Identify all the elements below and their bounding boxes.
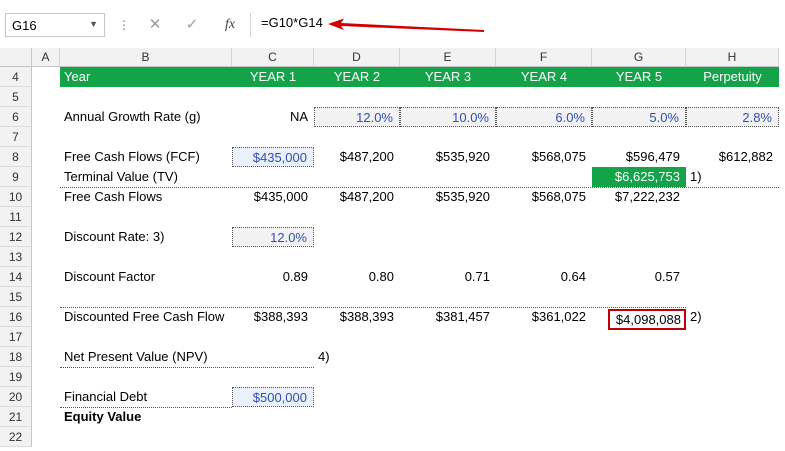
row-header[interactable]: 20 [0, 387, 32, 407]
column-header-b[interactable]: B [60, 48, 232, 67]
formula-input[interactable]: =G10*G14 [261, 15, 323, 30]
cell-b6[interactable]: Annual Growth Rate (g) [60, 107, 232, 127]
cell-d6[interactable]: 12.0% [314, 107, 400, 127]
note-label: 2) [690, 309, 702, 324]
chevron-down-icon[interactable]: ▼ [89, 19, 98, 29]
name-box-value: G16 [12, 18, 37, 33]
note-label: 1) [690, 169, 702, 184]
row-header[interactable]: 4 [0, 67, 32, 87]
cell-h6[interactable]: 2.8% [686, 107, 779, 127]
cell-c8[interactable]: $435,000 [232, 147, 314, 167]
cell-f10[interactable]: $568,075 [496, 187, 592, 207]
cell-h4[interactable]: Perpetuity [686, 67, 779, 87]
cell-b10[interactable]: Free Cash Flows [60, 187, 232, 207]
cell-h8[interactable]: $612,882 [686, 147, 779, 167]
column-header-f[interactable]: F [496, 48, 592, 67]
cell-b12[interactable]: Discount Rate: 3) [60, 227, 232, 247]
cell-e16[interactable]: $381,457 [400, 307, 496, 327]
cell-c4[interactable]: YEAR 1 [232, 67, 314, 87]
row-header[interactable]: 15 [0, 287, 32, 307]
cell-b20[interactable]: Financial Debt [60, 387, 232, 407]
cell-e14[interactable]: 0.71 [400, 267, 496, 287]
dotted-border [60, 367, 314, 368]
worksheet-grid[interactable]: A B C D E F G H 4 5 6 7 8 9 10 11 12 13 … [0, 48, 785, 451]
row-header[interactable]: 5 [0, 87, 32, 107]
red-arrow-annotation [328, 18, 484, 32]
row-header[interactable]: 19 [0, 367, 32, 387]
column-header-e[interactable]: E [400, 48, 496, 67]
cell-b4[interactable]: Year [60, 67, 232, 87]
row-header[interactable]: 22 [0, 427, 32, 447]
row-header[interactable]: 16 [0, 307, 32, 327]
row-header[interactable]: 6 [0, 107, 32, 127]
cell-d14[interactable]: 0.80 [314, 267, 400, 287]
cell-b18[interactable]: Net Present Value (NPV) [60, 347, 232, 367]
row-header[interactable]: 7 [0, 127, 32, 147]
row-header[interactable]: 8 [0, 147, 32, 167]
cell-f14[interactable]: 0.64 [496, 267, 592, 287]
cell-f16[interactable]: $361,022 [496, 307, 592, 327]
cell-f8[interactable]: $568,075 [496, 147, 592, 167]
cell-c12[interactable]: 12.0% [232, 227, 314, 247]
cell-c14[interactable]: 0.89 [232, 267, 314, 287]
cell-f4[interactable]: YEAR 4 [496, 67, 592, 87]
formula-bar: G16 ▼ ⋮ ✕ ✓ fx =G10*G14 [0, 0, 785, 48]
cell-d16[interactable]: $388,393 [314, 307, 400, 327]
cell-g9[interactable]: $6,625,753 [592, 167, 686, 187]
cell-b16[interactable]: Discounted Free Cash Flow [60, 307, 232, 327]
cell-f6[interactable]: 6.0% [496, 107, 592, 127]
enter-icon[interactable]: ✓ [181, 14, 203, 36]
cell-b14[interactable]: Discount Factor [60, 267, 232, 287]
column-header-g[interactable]: G [592, 48, 686, 67]
column-header-c[interactable]: C [232, 48, 314, 67]
cell-b9[interactable]: Terminal Value (TV) [60, 167, 232, 187]
column-header-h[interactable]: H [686, 48, 779, 67]
select-all-corner[interactable] [0, 48, 32, 67]
cell-g6[interactable]: 5.0% [592, 107, 686, 127]
row-header[interactable]: 9 [0, 167, 32, 187]
cell-c10[interactable]: $435,000 [232, 187, 314, 207]
name-box[interactable]: G16 ▼ [5, 13, 105, 37]
cell-c16[interactable]: $388,393 [232, 307, 314, 327]
row-header[interactable]: 21 [0, 407, 32, 427]
cell-b8[interactable]: Free Cash Flows (FCF) [60, 147, 232, 167]
cell-c6[interactable]: NA [232, 107, 314, 127]
cell-c20[interactable]: $500,000 [232, 387, 314, 407]
fx-icon[interactable]: fx [219, 14, 241, 36]
cell-e4[interactable]: YEAR 3 [400, 67, 496, 87]
cell-g8[interactable]: $596,479 [592, 147, 686, 167]
row-header[interactable]: 14 [0, 267, 32, 287]
cancel-icon[interactable]: ✕ [144, 14, 166, 36]
row-header[interactable]: 11 [0, 207, 32, 227]
cell-e10[interactable]: $535,920 [400, 187, 496, 207]
cell-d4[interactable]: YEAR 2 [314, 67, 400, 87]
formula-bar-divider [250, 13, 251, 37]
row-header[interactable]: 13 [0, 247, 32, 267]
column-header-d[interactable]: D [314, 48, 400, 67]
row-header[interactable]: 12 [0, 227, 32, 247]
cell-e8[interactable]: $535,920 [400, 147, 496, 167]
cell-g10[interactable]: $7,222,232 [592, 187, 686, 207]
column-header-a[interactable]: A [32, 48, 60, 67]
more-options-icon: ⋮ [118, 18, 130, 32]
cell-b21[interactable]: Equity Value [60, 407, 232, 427]
cell-e6[interactable]: 10.0% [400, 107, 496, 127]
cell-g14[interactable]: 0.57 [592, 267, 686, 287]
row-header[interactable]: 10 [0, 187, 32, 207]
note-label: 4) [318, 349, 330, 364]
row-header[interactable]: 18 [0, 347, 32, 367]
cell-g4[interactable]: YEAR 5 [592, 67, 686, 87]
cell-g16-selected[interactable]: $4,098,088 [608, 309, 686, 330]
row-header[interactable]: 17 [0, 327, 32, 347]
cell-d8[interactable]: $487,200 [314, 147, 400, 167]
cell-d10[interactable]: $487,200 [314, 187, 400, 207]
